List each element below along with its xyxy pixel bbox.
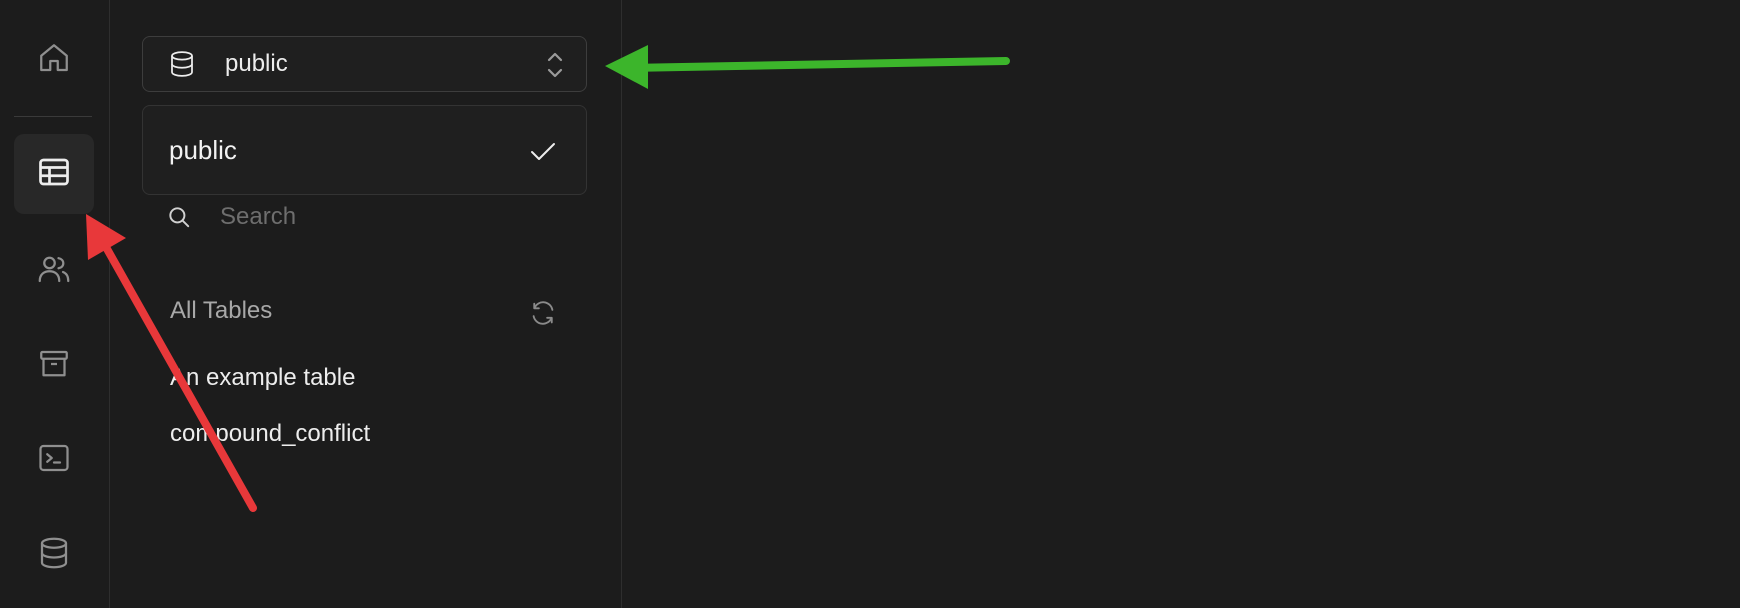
table-list-item[interactable]: An example table [170, 364, 355, 392]
schema-option-label: public [169, 134, 237, 165]
table-list-item[interactable]: compound_conflict [170, 420, 370, 448]
database-icon [167, 49, 197, 79]
sidebar-item-table-editor[interactable] [14, 134, 94, 214]
rail-divider [14, 116, 92, 117]
refresh-icon[interactable] [528, 298, 558, 328]
table-search[interactable]: Search [166, 200, 566, 234]
database-icon [36, 535, 72, 576]
schema-select[interactable]: public [142, 36, 587, 92]
search-input[interactable]: Search [220, 203, 296, 231]
home-icon [36, 40, 72, 81]
sidebar-item-home[interactable] [14, 20, 94, 100]
schema-select-value: public [225, 50, 288, 77]
sidebar-item-storage[interactable] [14, 326, 94, 406]
terminal-icon [36, 440, 72, 481]
archive-icon [36, 346, 72, 387]
sidebar-rail [0, 0, 110, 608]
app-window: public public Search All Tables An examp… [0, 0, 1740, 608]
table-editor-icon [36, 154, 72, 195]
sidebar-item-users[interactable] [14, 231, 94, 311]
schema-option-public[interactable]: public [143, 106, 586, 194]
schema-dropdown-menu: public [142, 105, 587, 195]
search-icon [166, 204, 192, 230]
green-arrow [605, 45, 1010, 89]
chevron-up-down-icon [544, 49, 566, 81]
users-icon [36, 251, 72, 292]
all-tables-heading: All Tables [170, 297, 273, 324]
table-editor-panel: public public Search All Tables An examp… [110, 0, 622, 608]
check-icon [528, 136, 558, 166]
sidebar-item-database[interactable] [14, 515, 94, 595]
sidebar-item-sql-editor[interactable] [14, 420, 94, 500]
